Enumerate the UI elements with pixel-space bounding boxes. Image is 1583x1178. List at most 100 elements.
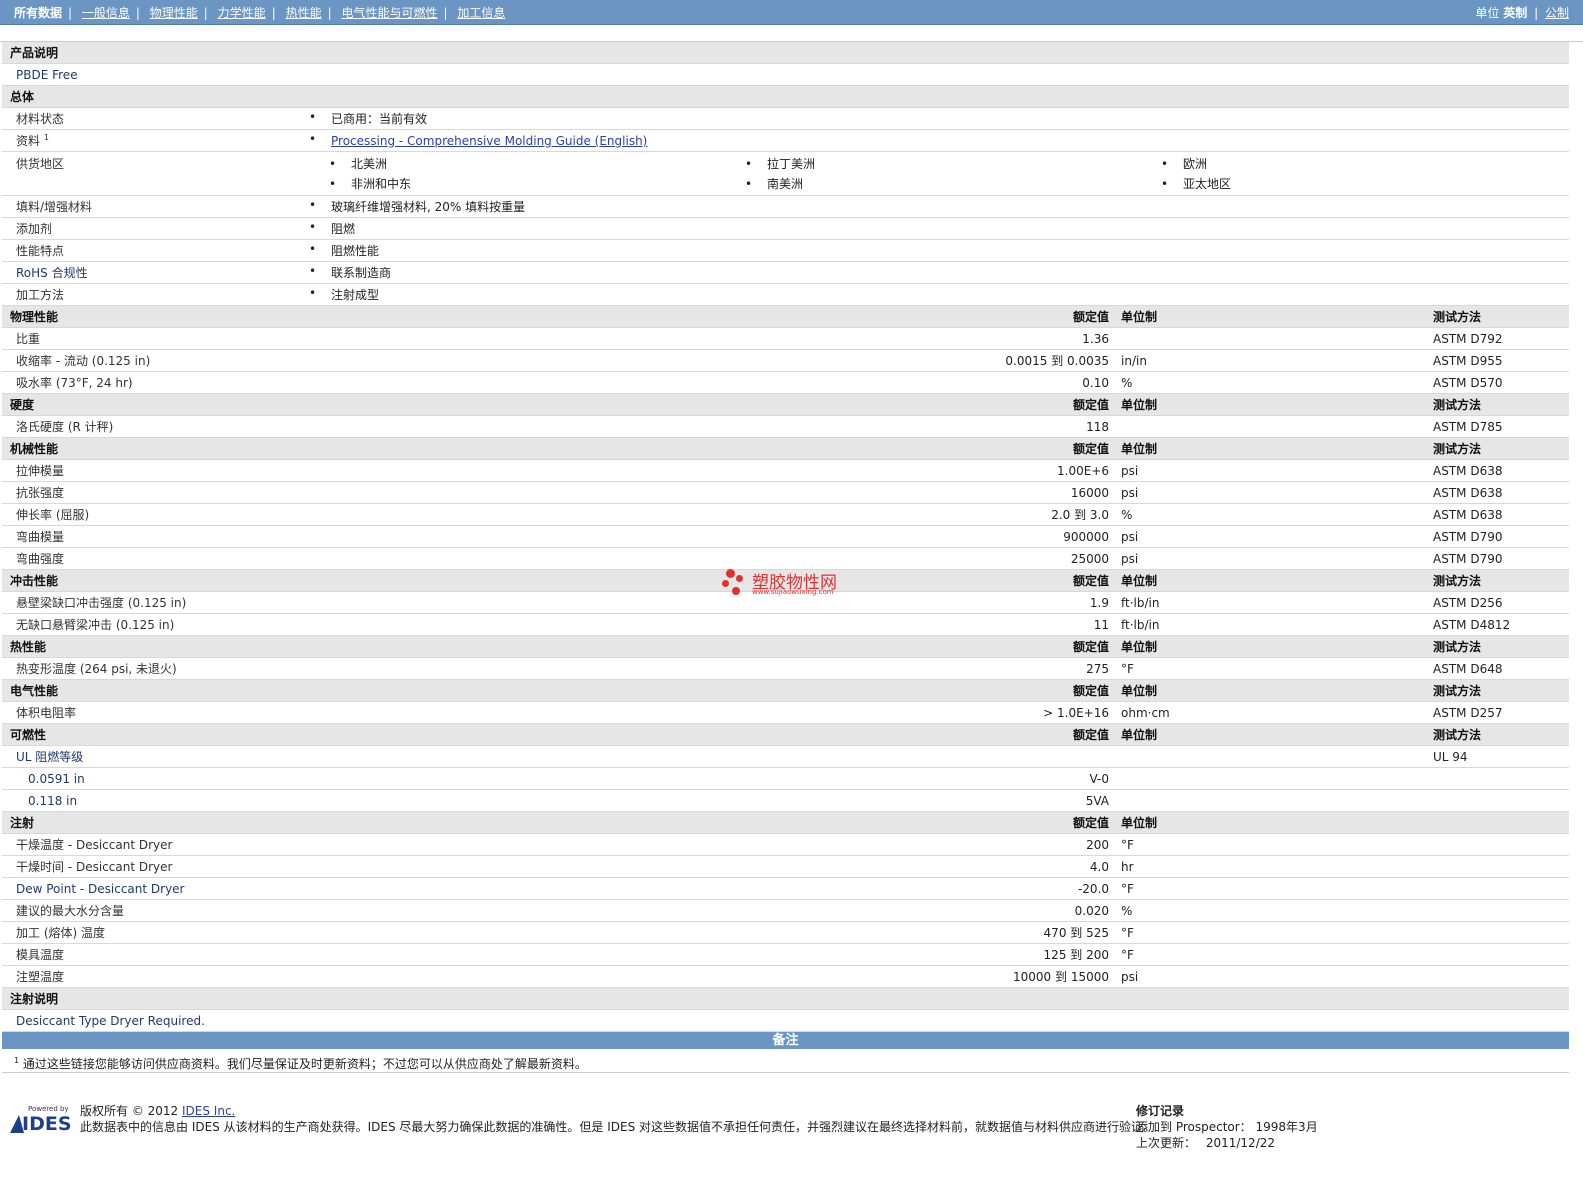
property-label: Dew Point - Desiccant Dryer (2, 877, 303, 900)
property-label: 弯曲强度 (2, 547, 303, 570)
region-item: 北美洲 (329, 154, 731, 174)
regions-cell: 北美洲拉丁美洲欧洲 非洲和中东南美洲亚太地区 (303, 151, 1569, 196)
tab-processing[interactable]: 加工信息 (457, 6, 505, 20)
property-unit: hr (1115, 855, 1427, 878)
region-item: 欧洲 (1161, 154, 1563, 174)
method-value: 注射成型 (303, 283, 1569, 306)
property-label: 收缩率 - 流动 (0.125 in) (2, 349, 303, 372)
col-unit: 单位制 (1115, 437, 1427, 460)
property-value: -20.0 (303, 877, 1115, 900)
tab-physical[interactable]: 物理性能 (150, 6, 198, 20)
property-label: 模具温度 (2, 943, 303, 966)
property-unit: psi (1115, 525, 1427, 548)
tab-thermal[interactable]: 热性能 (286, 6, 322, 20)
additive-label: 添加剂 (2, 217, 303, 240)
notes-text: 1 通过这些链接您能够访问供应商资料。我们尽量保证及时更新资料；不过您可以从供应… (2, 1049, 1569, 1073)
property-value: 118 (303, 415, 1115, 438)
property-method (1427, 789, 1569, 812)
property-method (1427, 767, 1569, 790)
property-label: 伸长率 (屈服) (2, 503, 303, 526)
product-desc-text: PBDE Free (2, 63, 1569, 86)
property-value: 0.0015 到 0.0035 (303, 349, 1115, 372)
section-title: 物理性能 (2, 305, 303, 328)
property-unit: psi (1115, 481, 1427, 504)
rohs-value: 联系制造商 (303, 261, 1569, 284)
property-label: 干燥温度 - Desiccant Dryer (2, 833, 303, 856)
region-item: 非洲和中东 (329, 174, 731, 194)
property-label: 无缺口悬臂梁冲击 (0.125 in) (2, 613, 303, 636)
property-method: ASTM D257 (1427, 701, 1569, 724)
property-method (1427, 877, 1569, 900)
section-title: 可燃性 (2, 723, 303, 746)
property-unit: psi (1115, 965, 1427, 988)
property-method: ASTM D785 (1427, 415, 1569, 438)
property-value: 10000 到 15000 (303, 965, 1115, 988)
features-value: 阻燃性能 (303, 239, 1569, 262)
property-label: 0.0591 in (2, 767, 303, 790)
property-unit: ft·lb/in (1115, 591, 1427, 614)
property-value: 1.9 (303, 591, 1115, 614)
col-method: 测试方法 (1427, 305, 1569, 328)
property-method: ASTM D256 (1427, 591, 1569, 614)
property-unit (1115, 745, 1427, 768)
docs-label: 资料 1 (2, 129, 303, 152)
unit-metric-link[interactable]: 公制 (1545, 6, 1569, 20)
material-status-label: 材料状态 (2, 107, 303, 130)
property-unit (1115, 327, 1427, 350)
section-title: 注射 (2, 811, 303, 834)
property-method: ASTM D570 (1427, 371, 1569, 394)
ides-link[interactable]: IDES Inc. (182, 1104, 235, 1118)
tab-all-data[interactable]: 所有数据 (14, 6, 62, 20)
footer-text: 版权所有 © 2012 IDES Inc. 此数据表中的信息由 IDES 从该材… (80, 1104, 1156, 1134)
datasheet-table: 产品说明 PBDE Free 总体 材料状态 已商用：当前有效 资料 1 Pro… (2, 42, 1569, 1032)
property-unit: °F (1115, 657, 1427, 680)
property-value: 0.10 (303, 371, 1115, 394)
property-unit (1115, 767, 1427, 790)
col-unit: 单位制 (1115, 811, 1427, 834)
section-title: 冲击性能 (2, 569, 303, 592)
col-unit: 单位制 (1115, 679, 1427, 702)
property-method (1427, 965, 1569, 988)
property-method: ASTM D638 (1427, 503, 1569, 526)
col-method: 测试方法 (1427, 437, 1569, 460)
top-navigation: 所有数据 | 一般信息 | 物理性能 | 力学性能 | 热性能 | 电气性能与可燃性 | 加… (0, 0, 1583, 25)
nav-tabs: 所有数据 | 一般信息 | 物理性能 | 力学性能 | 热性能 | 电气性能与可燃性 | 加… (14, 6, 506, 20)
doc-link-molding-guide[interactable]: Processing - Comprehensive Molding Guide… (331, 134, 647, 148)
tab-electrical[interactable]: 电气性能与可燃性 (341, 6, 437, 20)
col-nominal: 额定值 (303, 811, 1115, 834)
property-value: V-0 (303, 767, 1115, 790)
property-method: ASTM D638 (1427, 459, 1569, 482)
property-unit (1115, 415, 1427, 438)
property-unit (1115, 789, 1427, 812)
watermark: 塑胶物性网 www.sujiaowuxing.com (722, 567, 852, 599)
col-nominal: 额定值 (303, 305, 1115, 328)
property-method: UL 94 (1427, 745, 1569, 768)
unit-label: 单位 (1475, 6, 1500, 20)
property-value: 4.0 (303, 855, 1115, 878)
property-value: 470 到 525 (303, 921, 1115, 944)
property-method (1427, 921, 1569, 944)
property-value: 11 (303, 613, 1115, 636)
property-value: 1.00E+6 (303, 459, 1115, 482)
rohs-label: RoHS 合规性 (2, 261, 303, 284)
property-label: 弯曲模量 (2, 525, 303, 548)
property-unit: psi (1115, 547, 1427, 570)
tab-mechanical[interactable]: 力学性能 (218, 6, 266, 20)
property-method: ASTM D648 (1427, 657, 1569, 680)
notes-header: 备注 (2, 1032, 1569, 1049)
tab-general[interactable]: 一般信息 (82, 6, 130, 20)
property-label: 0.118 in (2, 789, 303, 812)
col-nominal: 额定值 (303, 723, 1115, 746)
col-nominal: 额定值 (303, 569, 1115, 592)
property-value: 275 (303, 657, 1115, 680)
disclaimer: 此数据表中的信息由 IDES 从该材料的生产商处获得。IDES 尽最大努力确保此… (80, 1120, 1156, 1134)
property-label: 热变形温度 (264 psi, 未退火) (2, 657, 303, 680)
ides-logo: Powered by IDES (8, 1105, 72, 1135)
injection-note-text: Desiccant Type Dryer Required. (2, 1009, 1569, 1032)
property-label: 悬壁梁缺口冲击强度 (0.125 in) (2, 591, 303, 614)
region-item: 南美洲 (745, 174, 1147, 194)
property-value: 0.020 (303, 899, 1115, 922)
property-method: ASTM D790 (1427, 547, 1569, 570)
col-unit: 单位制 (1115, 393, 1427, 416)
property-value: 200 (303, 833, 1115, 856)
